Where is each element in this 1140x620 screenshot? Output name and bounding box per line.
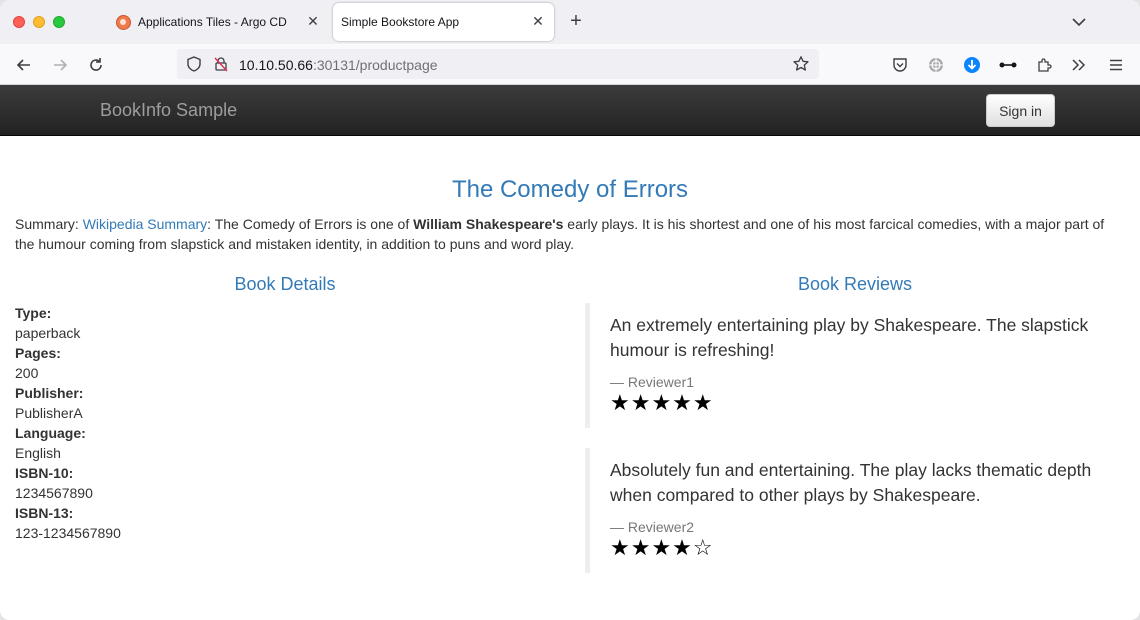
navigation-toolbar: 10.10.50.66:30131/productpage [0, 44, 1140, 85]
review-text: An extremely entertaining play by Shakes… [610, 315, 1089, 360]
tab-close-icon[interactable]: ✕ [305, 13, 321, 29]
url-path: :30131/productpage [312, 57, 438, 73]
sign-in-button[interactable]: Sign in [986, 94, 1055, 127]
detail-value-pages: 200 [15, 365, 39, 381]
site-brand[interactable]: BookInfo Sample [100, 100, 237, 121]
browser-window: Applications Tiles - Argo CD ✕ Simple Bo… [0, 0, 1140, 620]
page-content: BookInfo Sample Sign in The Comedy of Er… [0, 85, 1140, 620]
star-rating-icon: ★★★★★ [610, 391, 714, 416]
detail-value-isbn13: 123-1234567890 [15, 525, 121, 541]
summary-author: William Shakespeare's [413, 216, 564, 232]
detail-value-publisher: PublisherA [15, 405, 83, 421]
pocket-icon[interactable] [889, 54, 911, 76]
url-text[interactable]: 10.10.50.66:30131/productpage [239, 57, 438, 73]
hamburger-menu-icon[interactable] [1105, 54, 1127, 76]
wikipedia-summary-link[interactable]: Wikipedia Summary [83, 216, 207, 232]
more-tools-chevrons-icon[interactable] [1068, 54, 1090, 76]
book-details-heading: Book Details [234, 274, 336, 294]
extension-globe-icon[interactable] [925, 54, 947, 76]
star-rating-icon: ★★★★☆ [610, 536, 714, 561]
connection-extension-icon[interactable] [997, 54, 1019, 76]
detail-label-language: Language: [15, 425, 86, 441]
review-item: An extremely entertaining play by Shakes… [585, 303, 1125, 428]
bookmark-star-icon[interactable] [792, 55, 810, 78]
tab-title: Simple Bookstore App [341, 15, 460, 29]
minimize-window-button[interactable] [33, 16, 45, 28]
detail-value-type: paperback [15, 325, 81, 341]
summary-text: : The Comedy of Errors is one of [207, 216, 414, 232]
url-host: 10.10.50.66 [239, 57, 313, 73]
forward-arrow-icon[interactable] [49, 54, 71, 76]
tab-argo-cd[interactable]: Applications Tiles - Argo CD ✕ [108, 3, 326, 41]
tab-bookstore[interactable]: Simple Bookstore App ✕ [333, 3, 554, 41]
tab-title: Applications Tiles - Argo CD [138, 15, 287, 29]
reload-icon[interactable] [85, 54, 107, 76]
tab-close-icon[interactable]: ✕ [530, 13, 546, 29]
detail-label-isbn10: ISBN-10: [15, 465, 74, 481]
address-bar[interactable]: 10.10.50.66:30131/productpage [177, 49, 819, 79]
reviewer-name: — Reviewer1 [610, 374, 695, 390]
detail-label-pages: Pages: [15, 345, 61, 361]
back-arrow-icon[interactable] [13, 54, 35, 76]
book-summary: Summary: Wikipedia Summary: The Comedy o… [15, 214, 1125, 254]
detail-label-isbn13: ISBN-13: [15, 505, 74, 521]
detail-label-type: Type: [15, 305, 52, 321]
new-tab-button[interactable]: + [566, 11, 586, 32]
extensions-puzzle-icon[interactable] [1033, 54, 1055, 76]
book-title: The Comedy of Errors [451, 176, 689, 203]
review-item: Absolutely fun and entertaining. The pla… [585, 448, 1125, 573]
insecure-lock-icon[interactable] [212, 55, 230, 78]
reviewer-name: — Reviewer2 [610, 519, 695, 535]
close-window-button[interactable] [13, 16, 25, 28]
detail-value-language: English [15, 445, 61, 461]
tracking-protection-shield-icon[interactable] [185, 55, 203, 78]
detail-label-publisher: Publisher: [15, 385, 84, 401]
downloads-icon[interactable] [961, 54, 983, 76]
book-details-list: Type: paperback Pages: 200 Publisher: Pu… [15, 303, 121, 543]
summary-prefix: Summary: [15, 216, 83, 232]
review-text: Absolutely fun and entertaining. The pla… [610, 460, 1092, 505]
maximize-window-button[interactable] [53, 16, 65, 28]
site-navbar: BookInfo Sample Sign in [0, 85, 1140, 136]
tab-bar: Applications Tiles - Argo CD ✕ Simple Bo… [0, 0, 1140, 44]
list-all-tabs-icon[interactable] [1070, 14, 1088, 30]
detail-value-isbn10: 1234567890 [15, 485, 93, 501]
argo-favicon-icon [116, 15, 131, 30]
book-reviews-heading: Book Reviews [797, 274, 913, 294]
